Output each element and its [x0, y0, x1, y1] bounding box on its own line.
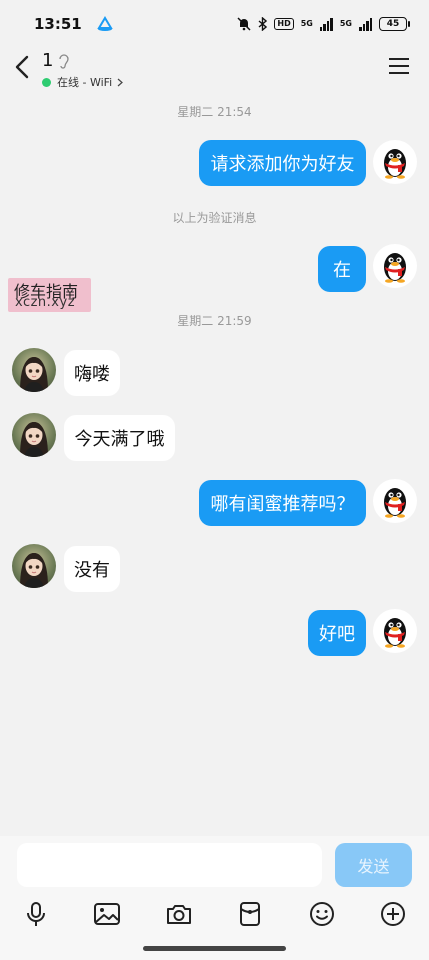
timestamp: 星期二 21:54: [177, 105, 252, 119]
qq-penguin-icon: [384, 149, 406, 179]
timestamp: 星期二 21:59: [177, 314, 252, 328]
camera-button[interactable]: [163, 898, 195, 930]
qq-penguin-icon: [384, 488, 406, 518]
network-label-2: 5G: [339, 19, 352, 28]
ear-icon: [59, 54, 69, 69]
online-status[interactable]: 在线 - WiFi: [42, 74, 124, 90]
contact-avatar[interactable]: [12, 544, 56, 588]
message-input[interactable]: [17, 843, 322, 887]
signal-icon-2: [359, 17, 372, 31]
my-avatar[interactable]: [373, 140, 417, 184]
voice-button[interactable]: [20, 898, 52, 930]
contact-avatar[interactable]: [12, 413, 56, 457]
red-packet-button[interactable]: [234, 898, 266, 930]
message-bubble-outgoing[interactable]: 好吧: [308, 610, 366, 656]
bluetooth-icon: [258, 17, 268, 31]
mute-bell-icon: [237, 17, 251, 31]
online-dot: [42, 77, 51, 87]
message-bubble-outgoing[interactable]: 哪有闺蜜推荐吗？: [199, 480, 366, 526]
girl-avatar-icon: [20, 422, 48, 457]
message-bubble-outgoing[interactable]: 在: [318, 246, 366, 292]
message-bubble-incoming[interactable]: 今天满了哦: [64, 415, 175, 461]
send-button[interactable]: 发送: [335, 843, 412, 887]
input-toolbar: [0, 898, 429, 930]
watermark: 修车指南 xczn.xyz: [8, 278, 91, 312]
online-status-text: 在线 - WiFi: [57, 76, 113, 89]
status-bar: 13:51 HD 5G 5G 45: [0, 0, 429, 48]
girl-avatar-icon: [20, 553, 48, 588]
watermark-url: xczn.xyz: [15, 295, 76, 310]
contact-avatar[interactable]: [12, 348, 56, 392]
signal-icon: [319, 17, 333, 31]
chat-header: 1 在线 - WiFi: [0, 48, 429, 92]
camera-icon: [167, 905, 191, 924]
contact-name[interactable]: 1: [42, 50, 53, 71]
image-button[interactable]: [91, 898, 123, 930]
image-icon: [94, 903, 120, 925]
girl-avatar-icon: [20, 357, 48, 392]
cloud-app-icon: [96, 16, 113, 31]
qq-penguin-icon: [384, 618, 406, 648]
status-time: 13:51: [34, 15, 82, 33]
message-bubble-incoming[interactable]: 没有: [64, 546, 120, 592]
chevron-right-icon: [117, 78, 124, 86]
red-packet-icon: [240, 902, 260, 926]
home-indicator[interactable]: [143, 946, 286, 951]
back-arrow-icon[interactable]: [12, 54, 34, 80]
emoji-button[interactable]: [306, 898, 338, 930]
message-bubble-outgoing[interactable]: 请求添加你为好友: [199, 140, 366, 186]
status-icons: HD 5G 5G 45: [237, 17, 410, 31]
menu-icon[interactable]: [389, 58, 409, 74]
battery-icon: 45: [379, 17, 410, 31]
my-avatar[interactable]: [373, 244, 417, 288]
message-bubble-incoming[interactable]: 嗨喽: [64, 350, 120, 396]
hd-badge: HD: [274, 18, 294, 30]
my-avatar[interactable]: [373, 609, 417, 653]
microphone-icon: [27, 902, 45, 926]
my-avatar[interactable]: [373, 479, 417, 523]
system-note: 以上为验证消息: [172, 211, 257, 225]
plus-icon: [381, 902, 405, 926]
input-area: 发送: [0, 836, 429, 960]
more-button[interactable]: [377, 898, 409, 930]
emoji-icon: [310, 902, 334, 926]
network-label-1: 5G: [300, 19, 313, 28]
qq-penguin-icon: [384, 253, 406, 283]
